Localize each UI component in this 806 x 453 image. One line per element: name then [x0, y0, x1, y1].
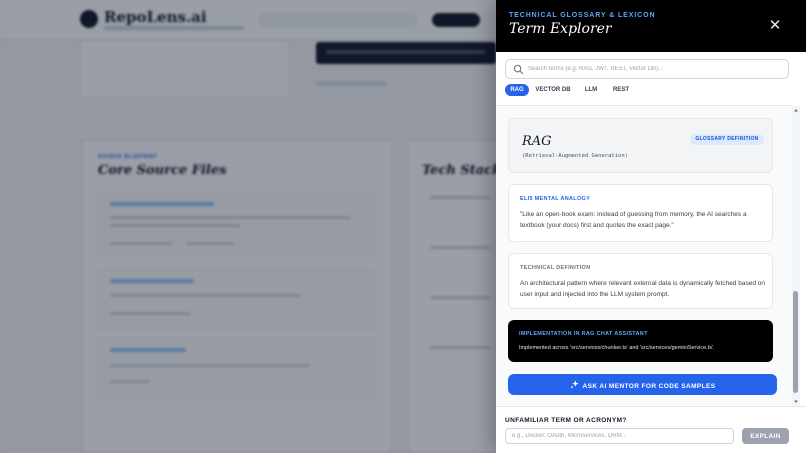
term-search-box [505, 59, 789, 79]
explain-footer: UNFAMILIAR TERM OR ACRONYM? EXPLAIN [496, 406, 806, 453]
ask-ai-mentor-button[interactable]: ASK AI MENTOR FOR CODE SAMPLES [508, 374, 777, 395]
term-search-input[interactable] [528, 61, 784, 77]
tab-rag[interactable]: RAG [505, 84, 529, 96]
drawer-title: Term Explorer [509, 21, 612, 37]
tab-rest[interactable]: REST [607, 84, 635, 96]
analogy-text: "Like an open-book exam: instead of gues… [520, 211, 747, 229]
analogy-card: ELI5 MENTAL ANALOGY "Like an open-book e… [508, 184, 773, 242]
technical-text: An architectural pattern where relevant … [520, 280, 765, 298]
implementation-kicker: IMPLEMENTATION IN RAG CHAT ASSISTANT [519, 331, 648, 337]
explain-button[interactable]: EXPLAIN [742, 428, 789, 444]
search-icon [513, 64, 524, 75]
close-icon: ✕ [768, 17, 782, 34]
implementation-card: IMPLEMENTATION IN RAG CHAT ASSISTANT Imp… [508, 320, 773, 362]
scrollbar-thumb[interactable] [793, 291, 798, 393]
drawer-kicker: TECHNICAL GLOSSARY & LEXICON [509, 12, 656, 19]
tab-llm[interactable]: LLM [578, 84, 604, 96]
technical-kicker: TECHNICAL DEFINITION [520, 265, 591, 271]
drawer-header: TECHNICAL GLOSSARY & LEXICON Term Explor… [496, 0, 806, 52]
sparkle-icon [569, 379, 579, 389]
scroll-down-icon[interactable] [792, 398, 800, 406]
term-full-name: (Retrieval-Augmented Generation) [522, 153, 628, 159]
ask-ai-mentor-label: ASK AI MENTOR FOR CODE SAMPLES [582, 382, 716, 390]
term-explorer-drawer: TECHNICAL GLOSSARY & LEXICON Term Explor… [496, 0, 806, 453]
technical-card: TECHNICAL DEFINITION An architectural pa… [508, 253, 773, 309]
close-button[interactable]: ✕ [766, 17, 784, 35]
tab-vector-db[interactable]: VECTOR DB [532, 84, 574, 96]
explain-term-input[interactable] [505, 428, 734, 444]
implementation-text: Implemented across 'src/services/chunker… [519, 345, 715, 351]
term-name: RAG [522, 134, 552, 149]
term-header-card: RAG (Retrieval-Augmented Generation) GLO… [508, 118, 773, 173]
analogy-kicker: ELI5 MENTAL ANALOGY [520, 196, 591, 202]
explain-label: UNFAMILIAR TERM OR ACRONYM? [505, 417, 627, 424]
scroll-up-icon[interactable] [792, 106, 800, 114]
glossary-badge: GLOSSARY DEFINITION [690, 134, 764, 145]
